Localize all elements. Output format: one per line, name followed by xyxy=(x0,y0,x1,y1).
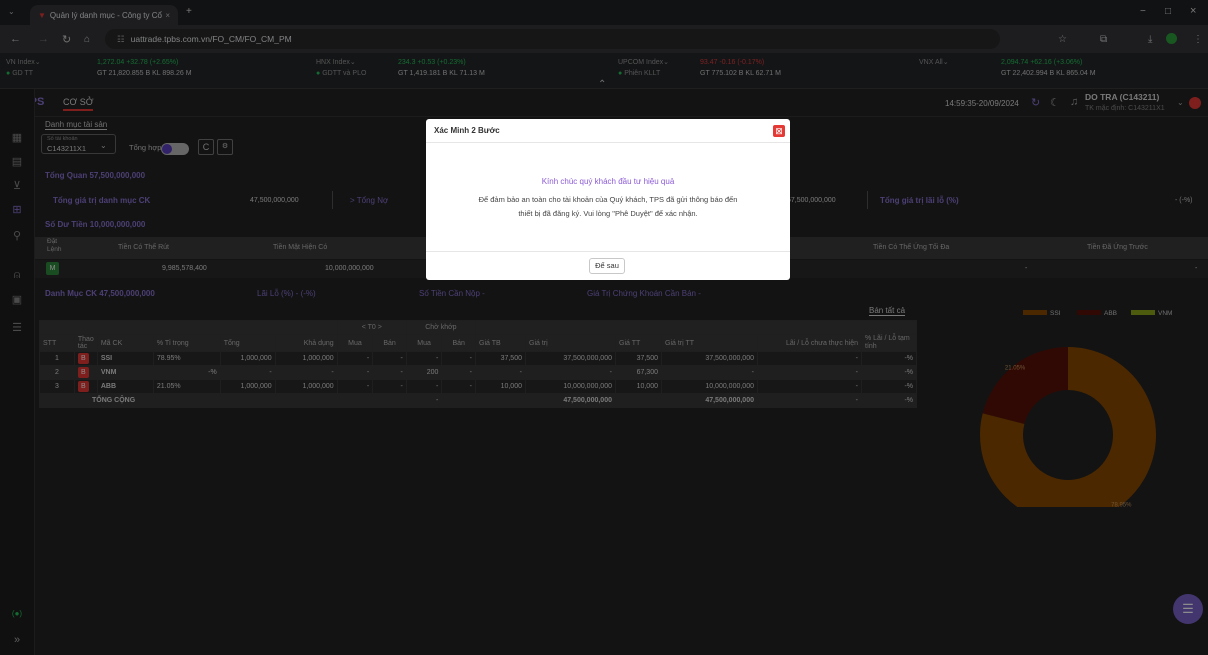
modal-footer: Để sau xyxy=(426,251,790,280)
modal-backdrop[interactable] xyxy=(0,0,1208,655)
two-step-verification-modal: Xác Minh 2 Bước ⊠ Kính chúc quý khách đầ… xyxy=(426,119,790,280)
modal-title: Xác Minh 2 Bước xyxy=(434,126,500,135)
modal-close-icon[interactable]: ⊠ xyxy=(773,125,785,137)
modal-greeting: Kính chúc quý khách đầu tư hiệu quả xyxy=(541,177,675,186)
modal-body: Kính chúc quý khách đầu tư hiệu quả Để đ… xyxy=(426,143,790,251)
modal-message-line2: thiết bị đã đăng ký. Vui lòng "Phê Duyệt… xyxy=(518,209,698,218)
later-button[interactable]: Để sau xyxy=(589,258,625,274)
modal-message-line1: Để đảm bảo an toàn cho tài khoản của Quý… xyxy=(478,195,738,204)
modal-header: Xác Minh 2 Bước xyxy=(426,119,790,143)
